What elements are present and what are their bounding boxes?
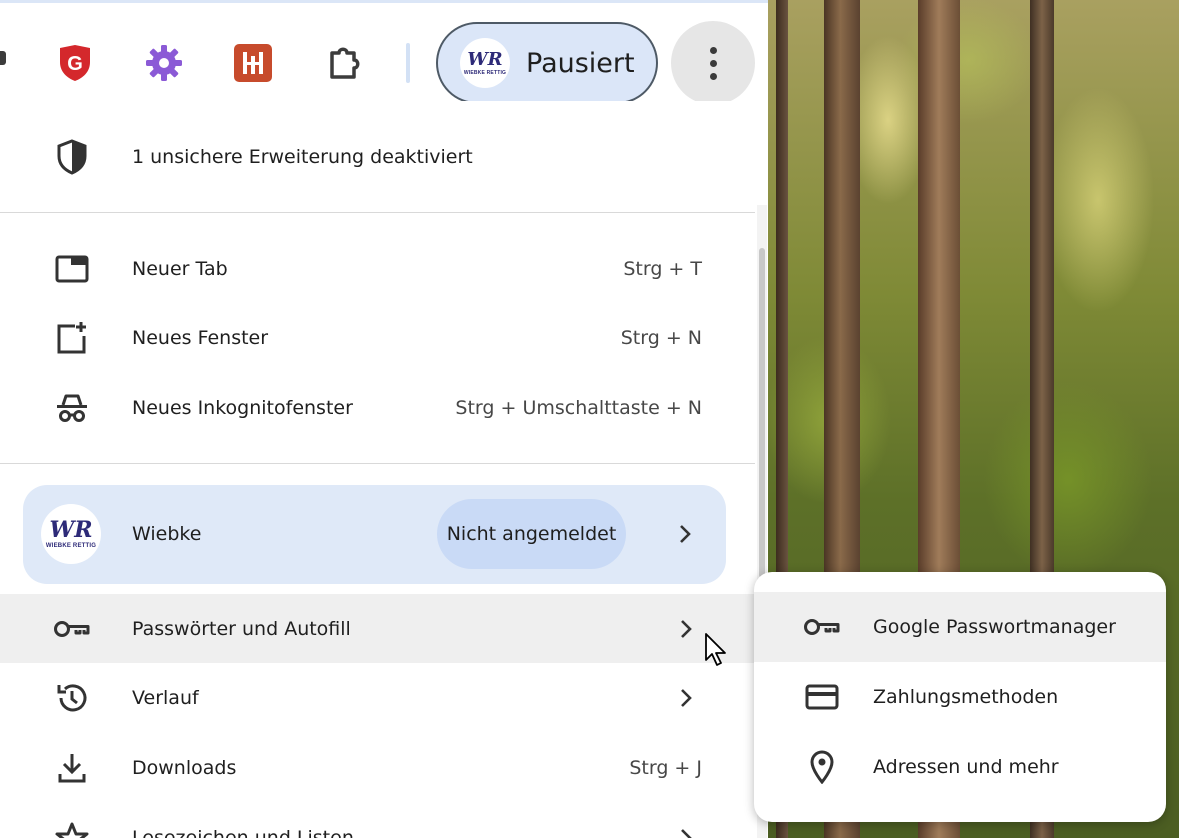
gear-icon[interactable] xyxy=(142,41,186,85)
menu-item-passwords-autofill[interactable]: Passwörter und Autofill xyxy=(0,594,755,663)
avatar-subtitle: WIEBKE RETTIG xyxy=(463,69,507,76)
menu-item-label: Passwörter und Autofill xyxy=(132,617,351,640)
star-icon xyxy=(52,818,92,838)
download-icon xyxy=(52,748,92,788)
menu-item-shortcut: Strg + J xyxy=(629,757,702,779)
avatar: WR WIEBKE RETTIG xyxy=(460,38,510,88)
avatar: WR WIEBKE RETTIG xyxy=(41,504,101,564)
menu-item-label: 1 unsichere Erweiterung deaktiviert xyxy=(132,146,473,168)
menu-divider xyxy=(0,212,755,213)
menu-item-label: Verlauf xyxy=(132,687,199,709)
passwords-autofill-submenu: Google Passwortmanager Zahlungsmethoden … xyxy=(754,572,1166,822)
credit-card-icon xyxy=(802,677,842,717)
profile-name: Wiebke xyxy=(132,523,202,545)
menu-item-label: Neuer Tab xyxy=(132,258,228,280)
submenu-item-label: Google Passwortmanager xyxy=(873,616,1116,638)
avatar-subtitle: WIEBKE RETTIG xyxy=(45,543,97,549)
menu-item-label: Downloads xyxy=(132,757,237,779)
new-tab-icon xyxy=(52,249,92,289)
browser-toolbar: G WR WIEBKE RETTIG Pausiert xyxy=(0,0,768,109)
kebab-dot xyxy=(709,72,717,80)
menu-item-label: Neues Inkognitofenster xyxy=(132,397,353,419)
key-icon xyxy=(802,607,842,647)
menu-item-downloads[interactable]: Downloads Strg + J xyxy=(0,733,755,803)
menu-item-new-incognito[interactable]: Neues Inkognitofenster Strg + Umschaltta… xyxy=(0,373,755,443)
avatar-initials: WR xyxy=(49,517,93,543)
submenu-item-label: Adressen und mehr xyxy=(873,756,1059,778)
location-pin-icon xyxy=(802,747,842,787)
toolbar-divider xyxy=(406,43,410,83)
chrome-main-menu: 1 unsichere Erweiterung deaktiviert Neue… xyxy=(0,101,755,838)
menu-item-label: Lesezeichen und Listen xyxy=(132,827,354,838)
menu-item-security-notice[interactable]: 1 unsichere Erweiterung deaktiviert xyxy=(0,121,755,193)
kebab-dot xyxy=(709,46,717,54)
history-icon xyxy=(52,678,92,718)
menu-item-new-tab[interactable]: Neuer Tab Strg + T xyxy=(0,234,755,304)
menu-item-history[interactable]: Verlauf xyxy=(0,663,755,733)
chevron-right-icon xyxy=(674,617,698,641)
menu-item-bookmarks[interactable]: Lesezeichen und Listen xyxy=(0,803,755,838)
incognito-icon xyxy=(52,388,92,428)
profile-paused-chip[interactable]: WR WIEBKE RETTIG Pausiert xyxy=(436,22,658,104)
gdata-shield-icon[interactable]: G xyxy=(53,41,97,85)
profile-card[interactable]: WR WIEBKE RETTIG Wiebke Nicht angemeldet xyxy=(23,485,726,584)
submenu-item-label: Zahlungsmethoden xyxy=(873,686,1059,708)
extensions-puzzle-icon[interactable] xyxy=(322,41,366,85)
sign-in-status-button[interactable]: Nicht angemeldet xyxy=(437,499,626,569)
mouse-cursor-icon xyxy=(704,632,730,668)
partial-icon[interactable] xyxy=(0,51,6,65)
shield-icon xyxy=(52,137,92,177)
chevron-right-icon xyxy=(673,522,697,546)
chrome-menu-button[interactable] xyxy=(671,21,755,105)
key-icon xyxy=(52,609,92,649)
profile-chip-label: Pausiert xyxy=(526,47,635,79)
menu-divider xyxy=(0,463,755,464)
submenu-item-addresses[interactable]: Adressen und mehr xyxy=(754,732,1166,802)
kebab-dot xyxy=(709,59,717,67)
avatar-initials: WR xyxy=(467,48,503,70)
svg-text:G: G xyxy=(67,53,83,75)
menu-item-shortcut: Strg + Umschalttaste + N xyxy=(455,397,702,419)
submenu-item-password-manager[interactable]: Google Passwortmanager xyxy=(754,592,1166,662)
chevron-right-icon xyxy=(674,826,698,838)
new-window-icon xyxy=(52,318,92,358)
submenu-item-payment-methods[interactable]: Zahlungsmethoden xyxy=(754,662,1166,732)
menu-item-shortcut: Strg + N xyxy=(620,327,702,349)
menu-item-new-window[interactable]: Neues Fenster Strg + N xyxy=(0,303,755,373)
extension-logo-icon[interactable] xyxy=(231,41,275,85)
scrollbar-thumb[interactable] xyxy=(759,248,765,578)
chevron-right-icon xyxy=(674,686,698,710)
menu-item-shortcut: Strg + T xyxy=(623,258,702,280)
menu-item-label: Neues Fenster xyxy=(132,327,269,349)
